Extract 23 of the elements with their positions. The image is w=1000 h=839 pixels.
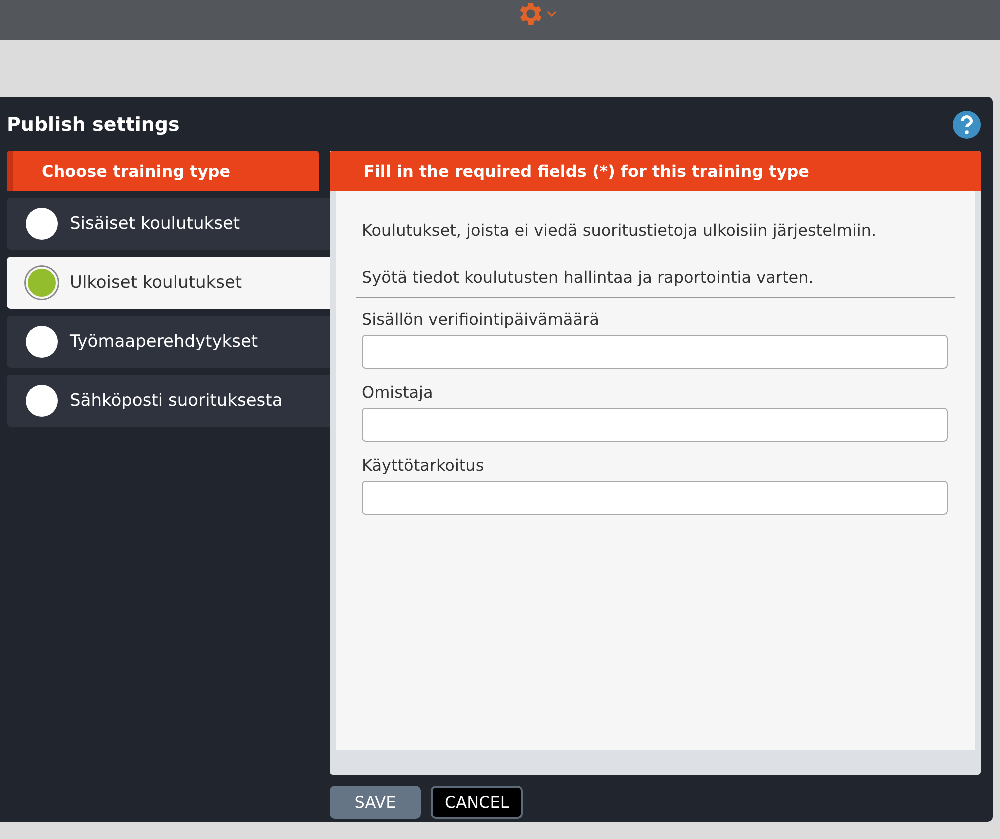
input-field[interactable] xyxy=(362,408,948,442)
save-button[interactable]: SAVE xyxy=(330,786,421,819)
instruction-text: Syötä tiedot koulutusten hallintaa ja raportointia varten. xyxy=(362,268,815,287)
input-field[interactable] xyxy=(362,335,948,369)
section-header: Fill in the required fields (*) for this training type xyxy=(330,151,981,191)
field-label: Käyttötarkoitus xyxy=(362,456,486,475)
section-header: Choose training type xyxy=(7,151,319,191)
training-type-option[interactable]: Ulkoiset koulutukset xyxy=(7,257,330,309)
help-icon[interactable] xyxy=(953,111,981,139)
radio-button xyxy=(26,208,58,240)
dialog-title: Publish settings xyxy=(7,114,180,136)
radio-button xyxy=(26,326,58,358)
field-label: Omistaja xyxy=(362,383,434,402)
description-text: Koulutukset, joista ei viedä suoritustietoja ulkoisiin järjestelmiin. xyxy=(362,221,878,240)
training-type-option[interactable]: Sisäiset koulutukset xyxy=(7,198,330,250)
field-label: Sisällön verifiointipäivämäärä xyxy=(362,310,600,329)
input-field[interactable] xyxy=(362,481,948,515)
cancel-button[interactable]: CANCEL xyxy=(431,786,524,819)
radio-button xyxy=(26,385,58,417)
training-type-option[interactable]: Sähköposti suorituksesta xyxy=(7,375,330,427)
caret-icon xyxy=(546,11,556,17)
training-type-option[interactable]: Työmaaperehdytykset xyxy=(7,316,330,368)
radio-button xyxy=(26,267,58,299)
